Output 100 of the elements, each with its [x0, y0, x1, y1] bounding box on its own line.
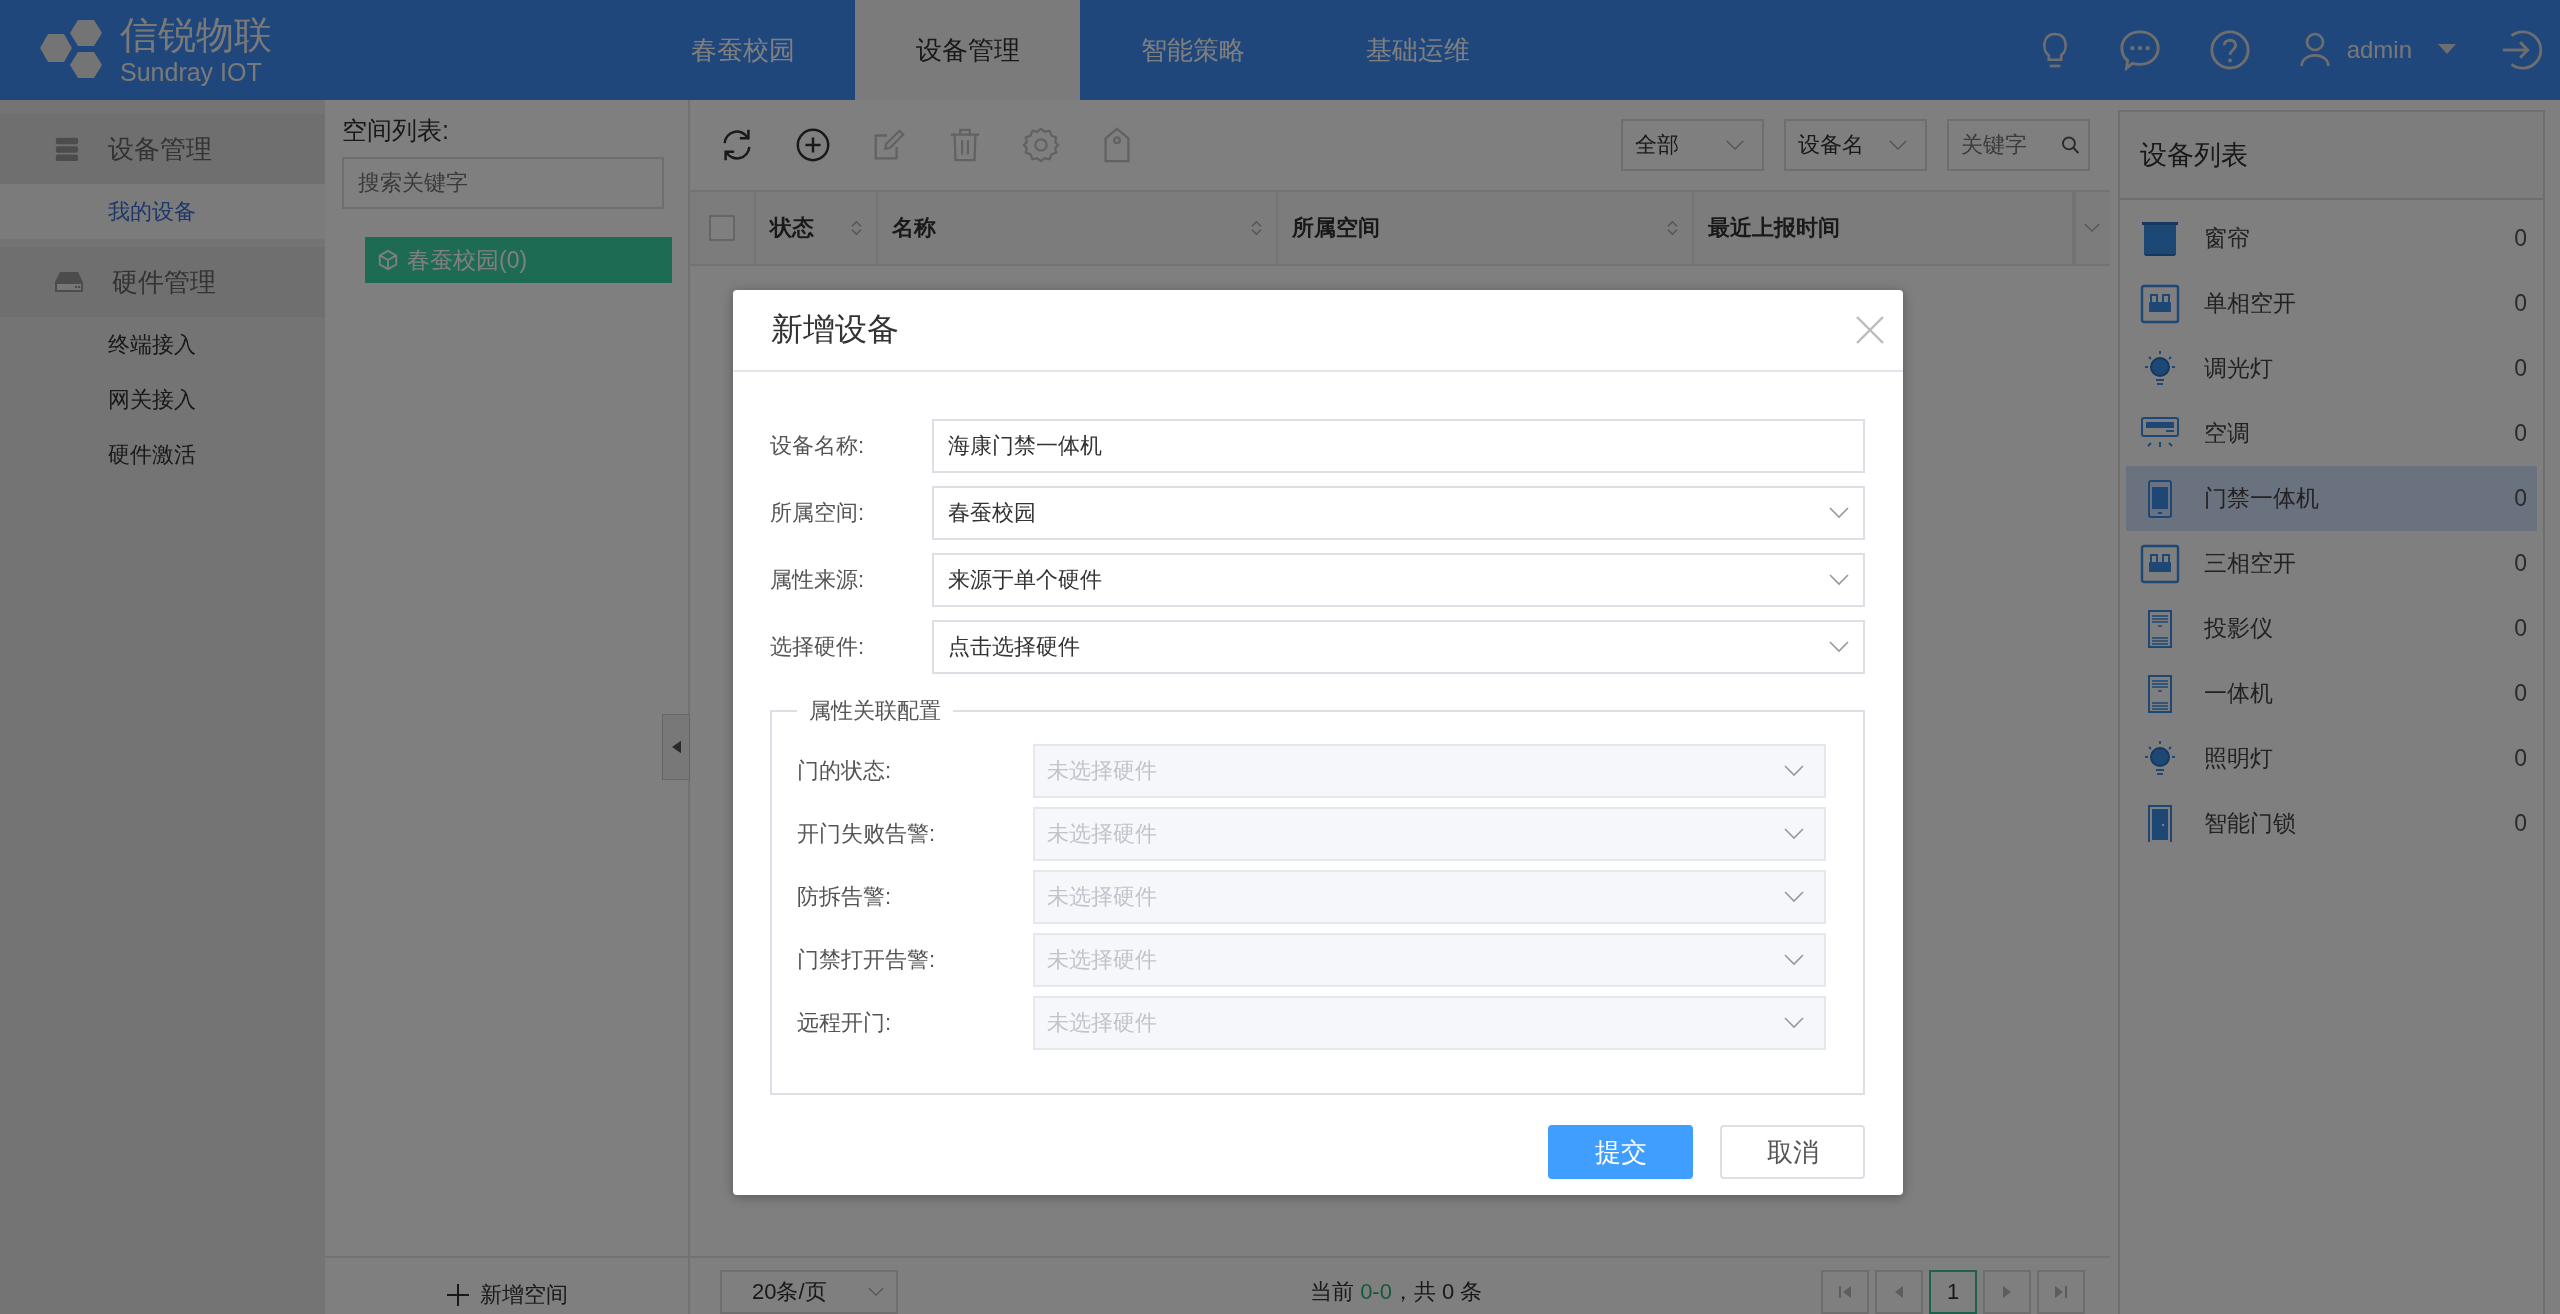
chevron-down-icon	[1829, 574, 1849, 586]
column-header[interactable]: 最近上报时间	[1694, 192, 2074, 264]
sidebar-item[interactable]: 我的设备	[0, 184, 325, 239]
device-type-label: 窗帘	[2204, 224, 2250, 253]
fieldset-legend: 属性关联配置	[797, 696, 953, 726]
field-label: 防拆告警:	[797, 883, 893, 911]
add-icon[interactable]	[794, 126, 832, 164]
nav-tab[interactable]: 设备管理	[855, 0, 1080, 100]
nav-tab[interactable]: 智能策略	[1080, 0, 1305, 100]
dialog-title: 新增设备	[771, 310, 899, 349]
sort-icon[interactable]	[1667, 219, 1678, 237]
keyword-search-field[interactable]: 关键字	[1947, 119, 2090, 171]
collapse-handle[interactable]	[662, 714, 690, 780]
column-header[interactable]: 名称	[878, 192, 1278, 264]
device-type-label: 门禁一体机	[2204, 484, 2319, 513]
breaker-icon	[2140, 543, 2180, 584]
chevron-down-icon	[1829, 507, 1849, 519]
device-type-item[interactable]: 一体机 0	[2126, 661, 2537, 726]
device-count: 0	[2514, 290, 2527, 317]
field-label: 门的状态:	[797, 757, 893, 785]
device-type-label: 投影仪	[2204, 614, 2273, 643]
device-type-label: 一体机	[2204, 679, 2273, 708]
chevron-down-icon	[1889, 139, 1907, 151]
page-size-select[interactable]: 20条/页	[720, 1270, 898, 1314]
field-label: 设备名称:	[770, 432, 866, 460]
sidebar-item[interactable]: 网关接入	[0, 372, 325, 427]
field-label: 所属空间:	[770, 499, 866, 527]
plus-icon	[445, 1283, 470, 1307]
chevron-down-icon	[1784, 954, 1804, 966]
close-icon[interactable]	[1855, 315, 1885, 345]
filter-select[interactable]: 全部	[1621, 119, 1764, 171]
device-type-label: 单相空开	[2204, 289, 2296, 318]
device-type-label: 智能门锁	[2204, 809, 2296, 838]
logo-subtitle: Sundray IOT	[120, 59, 263, 85]
select-all-checkbox[interactable]	[709, 215, 735, 241]
field-label: 远程开门:	[797, 1009, 893, 1037]
device-type-item[interactable]: 空调 0	[2126, 401, 2537, 466]
text-field[interactable]: 海康门禁一体机	[932, 419, 1865, 473]
space-list-title: 空间列表:	[341, 115, 450, 146]
device-type-label: 照明灯	[2204, 744, 2273, 773]
nav-tab[interactable]: 基础运维	[1305, 0, 1530, 100]
add-space-button[interactable]: 新增空间	[445, 1280, 568, 1314]
search-field[interactable]: 搜索关键字	[342, 157, 664, 209]
device-count: 0	[2514, 550, 2527, 577]
select-field[interactable]: 春蚕校园	[932, 486, 1865, 540]
device-type-item[interactable]: 窗帘 0	[2126, 206, 2537, 271]
logout-icon[interactable]	[2500, 28, 2544, 72]
field-label: 属性来源:	[770, 566, 866, 594]
device-type-item[interactable]: 照明灯 0	[2126, 726, 2537, 791]
last-page-icon[interactable]	[2037, 1270, 2085, 1314]
previous-page-icon[interactable]	[1875, 1270, 1923, 1314]
nav-tab[interactable]: 春蚕校园	[630, 0, 855, 100]
sidebar-group[interactable]: 硬件管理	[0, 247, 325, 317]
column-toggle-icon[interactable]	[2084, 223, 2100, 233]
logo-title: 信锐物联	[120, 15, 272, 54]
cube-icon	[377, 249, 399, 271]
chevron-down-icon	[1784, 765, 1804, 777]
user-name[interactable]: admin	[2346, 36, 2412, 64]
sidebar-group[interactable]: 设备管理	[0, 114, 325, 184]
device-count: 0	[2514, 485, 2527, 512]
chevron-down-icon	[868, 1287, 884, 1297]
device-count: 0	[2514, 225, 2527, 252]
hard-drive-icon	[54, 270, 84, 294]
device-count: 0	[2514, 810, 2527, 837]
device-type-item[interactable]: 三相空开 0	[2126, 531, 2537, 596]
device-count: 0	[2514, 745, 2527, 772]
device-count: 0	[2514, 355, 2527, 382]
device-count: 0	[2514, 420, 2527, 447]
device-count: 0	[2514, 615, 2527, 642]
device-type-item[interactable]: 投影仪 0	[2126, 596, 2537, 661]
first-page-icon[interactable]	[1821, 1270, 1869, 1314]
column-header[interactable]: 所属空间	[1278, 192, 1694, 264]
pagination-summary: 当前 0-0，共 0 条	[1310, 1278, 1483, 1306]
chevron-down-icon	[1784, 891, 1804, 903]
column-header[interactable]: 状态	[756, 192, 878, 264]
chevron-down-icon	[1726, 139, 1744, 151]
select-field[interactable]: 来源于单个硬件	[932, 553, 1865, 607]
help-icon[interactable]	[2208, 29, 2251, 71]
device-type-item[interactable]: 门禁一体机 0	[2126, 466, 2537, 531]
caret-down-icon[interactable]	[2438, 44, 2456, 56]
filter-select[interactable]: 设备名	[1784, 119, 1927, 171]
chevron-down-icon	[1784, 828, 1804, 840]
server-stack-icon	[54, 136, 80, 162]
chat-bubble-icon[interactable]	[2118, 29, 2161, 71]
current-page[interactable]: 1	[1929, 1270, 1977, 1314]
next-page-icon[interactable]	[1983, 1270, 2031, 1314]
device-type-item[interactable]: 调光灯 0	[2126, 336, 2537, 401]
chevron-down-icon	[1784, 1017, 1804, 1029]
sort-icon[interactable]	[1251, 219, 1262, 237]
cancel-button[interactable]: 取消	[1720, 1125, 1865, 1179]
device-type-label: 调光灯	[2204, 354, 2273, 383]
device-type-item[interactable]: 单相空开 0	[2126, 271, 2537, 336]
device-type-item[interactable]: 智能门锁 0	[2126, 791, 2537, 856]
sort-icon[interactable]	[851, 219, 862, 237]
select-field[interactable]: 点击选择硬件	[932, 620, 1865, 674]
sidebar-item[interactable]: 硬件激活	[0, 427, 325, 482]
sidebar-item[interactable]: 终端接入	[0, 317, 325, 372]
field-label: 选择硬件:	[770, 633, 866, 661]
submit-button[interactable]: 提交	[1548, 1125, 1693, 1179]
device-type-label: 三相空开	[2204, 549, 2296, 578]
